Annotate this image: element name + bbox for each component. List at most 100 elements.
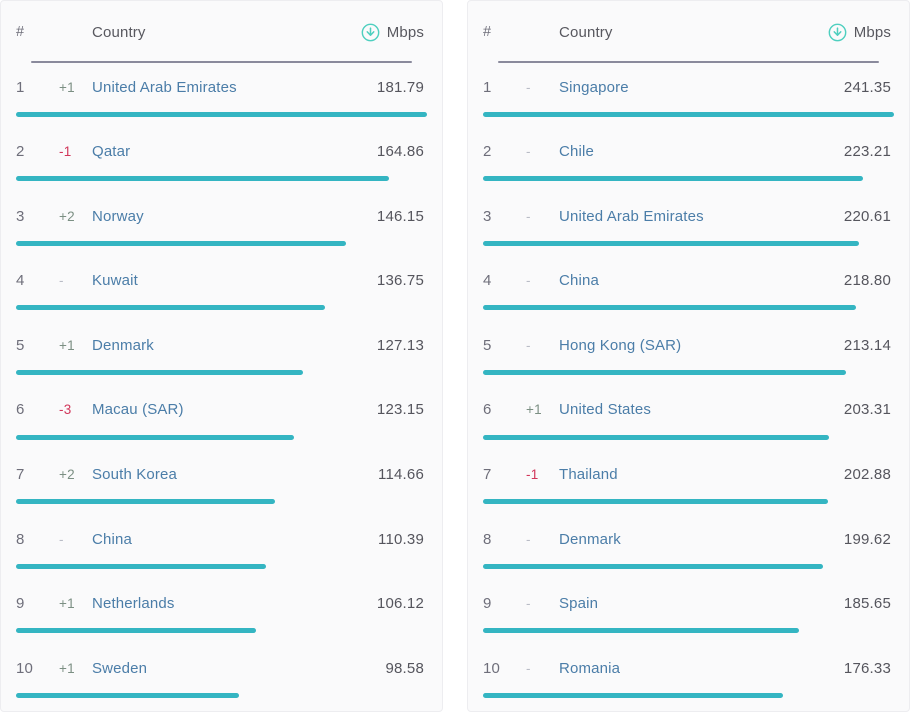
row-rank-change: -	[526, 337, 531, 353]
row-country-link[interactable]: Macau (SAR)	[92, 401, 362, 418]
table-row[interactable]: 3 +2 Norway 146.15	[16, 192, 427, 257]
row-rank-change: +1	[59, 337, 75, 353]
row-rank: 5	[16, 336, 25, 354]
row-bar-fill	[16, 434, 295, 440]
row-bar-fill	[16, 563, 266, 569]
row-speed-value: 106.12	[376, 595, 424, 613]
row-rank: 1	[16, 78, 25, 96]
row-country-link[interactable]: Kuwait	[92, 272, 362, 289]
row-rank: 9	[483, 595, 492, 613]
row-speed-value: 176.33	[843, 659, 891, 677]
row-country-link[interactable]: China	[559, 272, 829, 289]
row-rank: 7	[16, 466, 25, 484]
column-header-rank: #	[483, 24, 492, 40]
row-country-link[interactable]: South Korea	[92, 466, 362, 483]
table-row[interactable]: 4 - Kuwait 136.75	[16, 257, 427, 322]
row-country-link[interactable]: Norway	[92, 208, 362, 225]
table-row[interactable]: 5 +1 Denmark 127.13	[16, 321, 427, 386]
table-row[interactable]: 9 +1 Netherlands 106.12	[16, 580, 427, 645]
row-bar-fill	[16, 499, 276, 505]
row-rank: 6	[16, 401, 25, 419]
left-ranking-panel: # Country Mbps 1 +1 United Arab Emirates	[0, 0, 443, 712]
row-rank-change: +2	[59, 467, 75, 483]
table-row[interactable]: 6 +1 United States 203.31	[483, 386, 894, 451]
row-bar-track	[16, 240, 427, 246]
row-country-link[interactable]: China	[92, 531, 362, 548]
column-header-country: Country	[559, 23, 613, 41]
column-header-unit[interactable]: Mbps	[828, 23, 894, 42]
panel-header: # Country Mbps	[483, 1, 894, 63]
row-rank: 8	[483, 530, 492, 548]
table-row[interactable]: 4 - China 218.80	[483, 257, 894, 322]
row-country-link[interactable]: Thailand	[559, 466, 829, 483]
row-rank: 2	[16, 143, 25, 161]
right-ranking-panel: # Country Mbps 1 - Singapore 241.35 2 - …	[467, 0, 910, 712]
row-country-link[interactable]: Spain	[559, 595, 829, 612]
row-rank-change: -	[526, 273, 531, 289]
table-row[interactable]: 8 - Denmark 199.62	[483, 515, 894, 580]
row-bar-track	[483, 434, 894, 440]
row-speed-value: 223.21	[843, 143, 891, 161]
ranking-rows: 1 - Singapore 241.35 2 - Chile 223.21 3 …	[483, 63, 894, 709]
table-row[interactable]: 5 - Hong Kong (SAR) 213.14	[483, 321, 894, 386]
row-country-link[interactable]: Denmark	[92, 337, 362, 354]
row-country-link[interactable]: Singapore	[559, 79, 829, 96]
row-rank-change: -	[526, 144, 531, 160]
row-content: 4 - Kuwait 136.75	[16, 257, 427, 302]
row-country-link[interactable]: United Arab Emirates	[559, 208, 829, 225]
row-country-link[interactable]: Hong Kong (SAR)	[559, 337, 829, 354]
table-row[interactable]: 7 +2 South Korea 114.66	[16, 451, 427, 516]
row-bar-track	[483, 499, 894, 505]
row-country-link[interactable]: Denmark	[559, 531, 829, 548]
column-header-unit[interactable]: Mbps	[361, 23, 427, 42]
row-country-link[interactable]: Netherlands	[92, 595, 362, 612]
row-bar-fill	[483, 176, 864, 182]
row-country-link[interactable]: United Arab Emirates	[92, 79, 362, 96]
row-content: 5 - Hong Kong (SAR) 213.14	[483, 321, 894, 366]
row-bar-track	[483, 305, 894, 311]
table-row[interactable]: 2 -1 Qatar 164.86	[16, 128, 427, 193]
row-country-link[interactable]: United States	[559, 401, 829, 418]
row-country-link[interactable]: Chile	[559, 143, 829, 160]
row-rank-change: -	[59, 531, 64, 547]
table-row[interactable]: 1 +1 United Arab Emirates 181.79	[16, 63, 427, 128]
row-content: 3 +2 Norway 146.15	[16, 192, 427, 237]
row-rank: 3	[483, 207, 492, 225]
row-country-link[interactable]: Qatar	[92, 143, 362, 160]
row-rank: 6	[483, 401, 492, 419]
table-row[interactable]: 6 -3 Macau (SAR) 123.15	[16, 386, 427, 451]
table-row[interactable]: 7 -1 Thailand 202.88	[483, 451, 894, 516]
row-speed-value: 218.80	[843, 272, 891, 290]
row-content: 10 - Romania 176.33	[483, 644, 894, 689]
row-bar-fill	[483, 240, 859, 246]
row-rank: 4	[16, 272, 25, 290]
row-rank: 4	[483, 272, 492, 290]
table-row[interactable]: 9 - Spain 185.65	[483, 580, 894, 645]
row-country-link[interactable]: Romania	[559, 660, 829, 677]
row-bar-fill	[483, 111, 894, 117]
table-row[interactable]: 10 - Romania 176.33	[483, 644, 894, 709]
row-bar-track	[16, 176, 427, 182]
unit-label: Mbps	[853, 23, 891, 41]
table-row[interactable]: 1 - Singapore 241.35	[483, 63, 894, 128]
row-speed-value: 185.65	[843, 595, 891, 613]
row-speed-value: 136.75	[376, 272, 424, 290]
row-bar-track	[16, 369, 427, 375]
row-rank: 10	[16, 659, 34, 677]
row-bar-track	[16, 111, 427, 117]
table-row[interactable]: 3 - United Arab Emirates 220.61	[483, 192, 894, 257]
row-content: 9 +1 Netherlands 106.12	[16, 580, 427, 625]
table-row[interactable]: 10 +1 Sweden 98.58	[16, 644, 427, 709]
row-content: 1 +1 United Arab Emirates 181.79	[16, 63, 427, 108]
table-row[interactable]: 2 - Chile 223.21	[483, 128, 894, 193]
row-speed-value: 241.35	[843, 78, 891, 96]
row-rank-change: -	[526, 531, 531, 547]
row-bar-fill	[483, 434, 830, 440]
row-content: 5 +1 Denmark 127.13	[16, 321, 427, 366]
row-speed-value: 114.66	[378, 466, 424, 484]
row-country-link[interactable]: Sweden	[92, 660, 362, 677]
table-row[interactable]: 8 - China 110.39	[16, 515, 427, 580]
unit-label: Mbps	[386, 23, 424, 41]
row-bar-track	[483, 176, 894, 182]
row-content: 9 - Spain 185.65	[483, 580, 894, 625]
